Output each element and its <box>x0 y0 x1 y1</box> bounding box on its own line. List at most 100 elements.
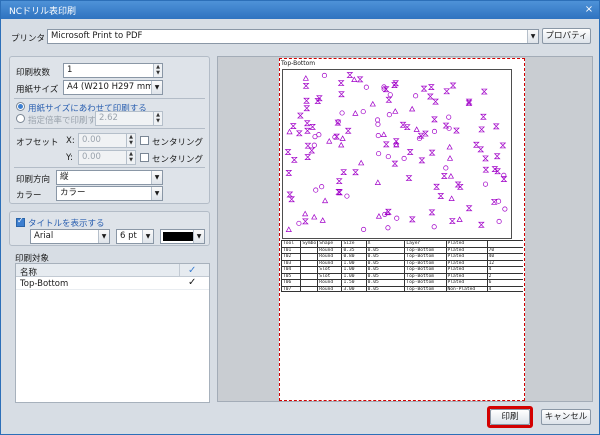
offset-y-stepper[interactable]: 0.00 ▲ ▼ <box>78 150 136 165</box>
drill-mark <box>440 173 448 179</box>
scale-radio[interactable] <box>16 114 25 123</box>
drill-mark <box>289 123 297 129</box>
chevron-down-icon: ▼ <box>151 171 162 184</box>
table-cell: 1.00 <box>341 267 365 273</box>
table-cell: Top-Bottom <box>404 267 445 273</box>
properties-button[interactable]: プロパティ <box>542 28 591 44</box>
table-cell: 6 <box>486 280 523 286</box>
table-row: T04 Slot 1.00 0.05 Top-Bottom Plated 4 <box>281 266 523 273</box>
table-cell: Round <box>317 254 341 260</box>
drill-mark <box>386 112 392 118</box>
center-x-checkbox[interactable] <box>140 136 149 145</box>
drill-mark <box>286 128 293 135</box>
drill-mark <box>363 84 369 90</box>
offset-y-label: Y: <box>66 153 73 163</box>
drill-mark <box>401 155 407 161</box>
drill-mark <box>496 198 502 204</box>
drill-mark <box>303 97 310 104</box>
drill-mark <box>418 157 426 164</box>
table-cell: Top-Bottom <box>404 260 445 266</box>
drill-mark <box>493 153 501 160</box>
table-cell: Round <box>317 286 341 291</box>
drill-mark <box>338 141 345 148</box>
drill-mark <box>285 226 292 232</box>
drill-mark <box>472 141 480 148</box>
drill-mark <box>499 142 507 149</box>
table-cell: Size <box>341 241 365 247</box>
table-cell: X <box>365 241 405 247</box>
table-cell: 0.35 <box>341 247 365 253</box>
offset-x-stepper[interactable]: 0.00 ▲ ▼ <box>78 133 136 148</box>
drill-mark <box>374 179 381 185</box>
table-cell: Tool <box>281 241 300 247</box>
drill-mark <box>339 110 345 116</box>
offset-label: オフセット <box>16 138 59 148</box>
drill-table: ToolSymbolShapeSizeXLayerPlatedT01Round0… <box>281 240 523 292</box>
drill-mark <box>453 127 460 134</box>
drill-mark <box>304 127 311 134</box>
drill-mark <box>409 105 416 112</box>
drill-mark <box>337 80 345 86</box>
drill-mark <box>428 209 436 216</box>
table-cell: Layer <box>404 241 445 247</box>
drill-mark <box>303 105 311 112</box>
table-cell: Round <box>317 260 341 266</box>
spin-arrows-icon[interactable]: ▲ ▼ <box>126 151 135 164</box>
title-color-picker[interactable]: ▼ <box>160 229 205 244</box>
drill-mark <box>456 216 463 222</box>
drill-mark <box>375 121 381 127</box>
scale-stepper[interactable]: 2.62 ▲ ▼ <box>95 111 163 126</box>
copies-stepper[interactable]: 1 ▲ ▼ <box>63 63 163 78</box>
drill-mark <box>290 156 298 163</box>
table-cell: Plated <box>445 241 487 247</box>
drill-mark <box>352 169 359 176</box>
spin-arrows-icon[interactable]: ▲ ▼ <box>153 112 162 125</box>
table-cell: Shape <box>317 241 341 247</box>
show-title-label: タイトルを表示する <box>28 219 105 229</box>
drill-mark <box>420 85 428 92</box>
drill-mark <box>284 149 292 155</box>
title-size-select[interactable]: 6 pt ▼ <box>116 229 154 244</box>
list-header: 名称 ✓ <box>16 264 209 278</box>
drill-mark <box>360 109 366 115</box>
drill-mark <box>346 72 354 78</box>
orientation-value: 縦 <box>60 172 69 182</box>
drill-mark <box>431 128 438 135</box>
title-options-group: タイトルを表示する Arial ▼ 6 pt ▼ ▼ <box>9 211 210 246</box>
printer-select[interactable]: Microsoft Print to PDF ▼ <box>47 29 539 44</box>
scale-label: 指定倍率で印刷する <box>28 116 105 126</box>
color-select[interactable]: カラー ▼ <box>56 186 163 201</box>
drill-mark <box>376 151 382 157</box>
drill-mark <box>477 221 485 228</box>
chevron-down-icon: ▼ <box>151 187 162 200</box>
fit-page-radio[interactable] <box>16 102 25 111</box>
drill-mark <box>303 120 311 127</box>
table-row: T05 Slot 1.00 0.05 Top-Bottom Plated 2 <box>281 272 523 279</box>
title-font-select[interactable]: Arial ▼ <box>30 229 110 244</box>
spin-arrows-icon[interactable]: ▲ ▼ <box>153 64 162 77</box>
close-icon[interactable]: × <box>582 3 596 16</box>
drill-mark <box>446 155 454 161</box>
list-item[interactable]: Top-Bottom ✓ <box>16 277 209 290</box>
drill-mark <box>356 76 364 83</box>
orientation-select[interactable]: 縦 ▼ <box>56 170 163 185</box>
drill-mark <box>478 126 485 133</box>
table-cell: Top-Bottom <box>404 280 445 286</box>
table-cell: Plated <box>445 267 487 273</box>
drill-mark <box>492 123 500 130</box>
drill-map <box>282 69 512 239</box>
drill-mark <box>387 92 393 98</box>
drill-mark <box>286 191 294 198</box>
targets-list: 名称 ✓ Top-Bottom ✓ <box>15 263 210 403</box>
cancel-button[interactable]: キャンセル <box>541 409 591 425</box>
table-row: T02 Round 0.80 0.05 Top-Bottom Plated 40 <box>281 253 523 260</box>
paper-size-select[interactable]: A4 (W210 H297 mm) ▼ <box>63 80 163 95</box>
table-cell: Slot <box>317 267 341 273</box>
drill-mark <box>437 193 445 199</box>
show-title-checkbox[interactable] <box>16 216 25 227</box>
center-y-checkbox[interactable] <box>140 153 149 162</box>
spin-arrows-icon[interactable]: ▲ ▼ <box>126 134 135 147</box>
table-row: T01 Round 0.35 0.05 Top-Bottom Plated 70 <box>281 246 523 253</box>
target-check-icon[interactable]: ✓ <box>188 277 196 288</box>
check-header-icon[interactable]: ✓ <box>188 265 196 276</box>
